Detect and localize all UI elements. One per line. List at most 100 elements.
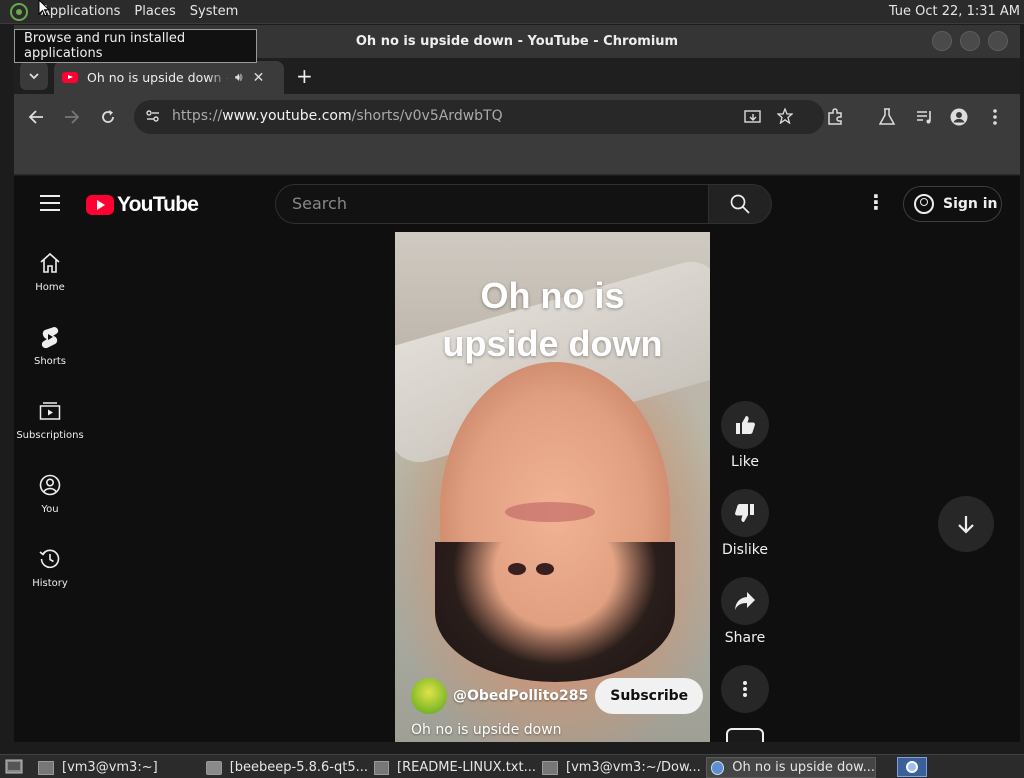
labs-flask-icon[interactable] xyxy=(879,108,895,126)
url-host: www.youtube.com xyxy=(222,108,352,124)
video-frame-nostril xyxy=(508,563,526,575)
account-icon xyxy=(914,194,934,214)
sidebar-label: History xyxy=(32,578,68,589)
taskbar-label: [README-LINUX.txt... xyxy=(397,760,536,775)
taskbar-label: [vm3@vm3:~/Dow... xyxy=(566,760,701,775)
youtube-play-icon xyxy=(86,195,114,215)
taskbar-item-terminal-downloads[interactable]: [vm3@vm3:~/Dow... xyxy=(542,757,704,778)
extensions-icon[interactable] xyxy=(826,108,844,126)
share-button[interactable]: Share xyxy=(721,577,769,646)
folder-icon xyxy=(206,760,222,775)
forward-button[interactable] xyxy=(64,109,80,125)
share-label: Share xyxy=(724,630,766,646)
channel-avatar[interactable] xyxy=(411,678,447,714)
share-icon xyxy=(735,592,755,610)
sign-in-label: Sign in xyxy=(943,196,998,212)
maximize-button[interactable] xyxy=(960,31,980,51)
install-app-icon[interactable] xyxy=(744,109,762,125)
new-tab-button[interactable]: + xyxy=(296,64,313,88)
history-icon xyxy=(39,549,60,569)
clock[interactable]: Tue Oct 22, 1:31 AM xyxy=(889,4,1020,19)
search-button[interactable] xyxy=(709,184,772,224)
youtube-favicon-icon xyxy=(62,72,78,83)
subscribe-button[interactable]: Subscribe xyxy=(595,678,704,714)
terminal-icon xyxy=(38,760,54,775)
shorts-video-player[interactable]: Oh no is upside down @ObedPollito285 Subs… xyxy=(395,232,710,742)
chromium-workspace-icon xyxy=(906,761,918,773)
taskbar-label: [vm3@vm3:~] xyxy=(62,760,158,775)
taskbar-label: Oh no is upside dow... xyxy=(732,760,875,775)
dislike-label: Dislike xyxy=(722,542,768,558)
video-frame-nostril xyxy=(536,563,554,575)
search-icon xyxy=(730,194,750,214)
back-button[interactable] xyxy=(28,109,44,125)
sidebar-item-shorts[interactable]: Shorts xyxy=(14,324,86,367)
sidebar-item-history[interactable]: History xyxy=(14,546,86,589)
taskbar: [vm3@vm3:~] [beebeep-5.8.6-qt5... [READM… xyxy=(0,754,1024,778)
profile-icon[interactable] xyxy=(950,108,968,126)
places-menu[interactable]: Places xyxy=(127,4,182,19)
browser-toolbar: https://www.youtube.com/shorts/v0v5Ardwb… xyxy=(14,94,1020,141)
sound-thumbnail-button[interactable] xyxy=(721,728,769,742)
taskbar-item-text-editor[interactable]: [README-LINUX.txt... xyxy=(374,757,536,778)
terminal-icon xyxy=(542,760,558,775)
taskbar-label: [beebeep-5.8.6-qt5... xyxy=(229,760,368,775)
subscriptions-icon xyxy=(39,402,61,420)
youtube-wordmark: YouTube xyxy=(117,193,199,216)
sign-in-button[interactable]: Sign in xyxy=(903,186,1002,222)
close-window-button[interactable] xyxy=(988,31,1008,51)
chrome-menu-icon[interactable] xyxy=(992,108,998,126)
next-short-button[interactable] xyxy=(938,496,994,552)
close-tab-icon[interactable]: ✕ xyxy=(253,70,265,86)
top-panel: Applications Places System Tue Oct 22, 1… xyxy=(0,0,1024,24)
sidebar-item-you[interactable]: You xyxy=(14,472,86,515)
you-icon xyxy=(39,474,61,496)
channel-name[interactable]: @ObedPollito285 xyxy=(453,688,588,704)
tab-title: Oh no is upside down - YouTube xyxy=(87,70,229,85)
url-text[interactable]: https://www.youtube.com/shorts/v0v5Ardwb… xyxy=(172,108,503,124)
guide-menu-icon[interactable] xyxy=(40,195,60,216)
bookmark-star-icon[interactable] xyxy=(777,108,793,124)
video-caption[interactable]: Oh no is upside down xyxy=(411,722,562,738)
audio-playing-icon[interactable]: 🔊︎ xyxy=(235,70,243,85)
sidebar-item-home[interactable]: Home xyxy=(14,250,86,293)
taskbar-item-terminal[interactable]: [vm3@vm3:~] xyxy=(38,757,198,778)
channel-row: @ObedPollito285 Subscribe xyxy=(411,678,704,714)
url-path: /shorts/v0v5ArdwbTQ xyxy=(351,108,503,124)
sidebar-label: Home xyxy=(35,282,65,293)
youtube-logo[interactable]: YouTube xyxy=(86,193,199,217)
search-box[interactable] xyxy=(275,184,709,224)
tooltip: Browse and run installed applications xyxy=(14,29,257,63)
address-bar[interactable]: https://www.youtube.com/shorts/v0v5Ardwb… xyxy=(134,100,824,134)
tab-bar: Oh no is upside down - YouTube 🔊︎ ✕ + xyxy=(14,58,1020,94)
taskbar-item-chromium[interactable]: Oh no is upside dow... xyxy=(706,757,876,778)
search-input[interactable] xyxy=(292,194,692,213)
chevron-down-icon xyxy=(29,73,39,80)
thumb-up-icon xyxy=(736,416,755,434)
distro-logo-icon[interactable] xyxy=(10,2,28,21)
arrow-down-icon xyxy=(958,516,974,534)
minimize-button[interactable] xyxy=(932,31,952,51)
show-desktop-icon[interactable] xyxy=(5,759,23,775)
workspace-switcher[interactable] xyxy=(897,757,927,777)
taskbar-item-folder[interactable]: [beebeep-5.8.6-qt5... xyxy=(206,757,368,778)
video-frame-hair xyxy=(435,542,675,682)
site-info-icon[interactable] xyxy=(145,108,161,124)
media-controls-icon[interactable] xyxy=(916,109,934,125)
like-button[interactable]: Like xyxy=(721,401,769,470)
home-icon xyxy=(40,252,60,273)
sidebar-item-subscriptions[interactable]: Subscriptions xyxy=(14,398,86,441)
tab-search-button[interactable] xyxy=(20,62,48,90)
url-scheme: https:// xyxy=(172,108,223,124)
system-menu[interactable]: System xyxy=(183,4,245,19)
sidebar-label: Subscriptions xyxy=(16,430,84,441)
more-vert-icon xyxy=(743,681,747,697)
browser-tab[interactable]: Oh no is upside down - YouTube 🔊︎ ✕ xyxy=(54,61,284,94)
infobar-area xyxy=(14,141,1020,175)
reload-button[interactable] xyxy=(100,109,116,125)
like-label: Like xyxy=(731,454,759,470)
settings-more-icon[interactable]: ⋮ xyxy=(866,192,886,212)
more-actions-button[interactable] xyxy=(721,665,769,713)
dislike-button[interactable]: Dislike xyxy=(721,489,769,558)
video-frame-mouth xyxy=(505,502,595,522)
